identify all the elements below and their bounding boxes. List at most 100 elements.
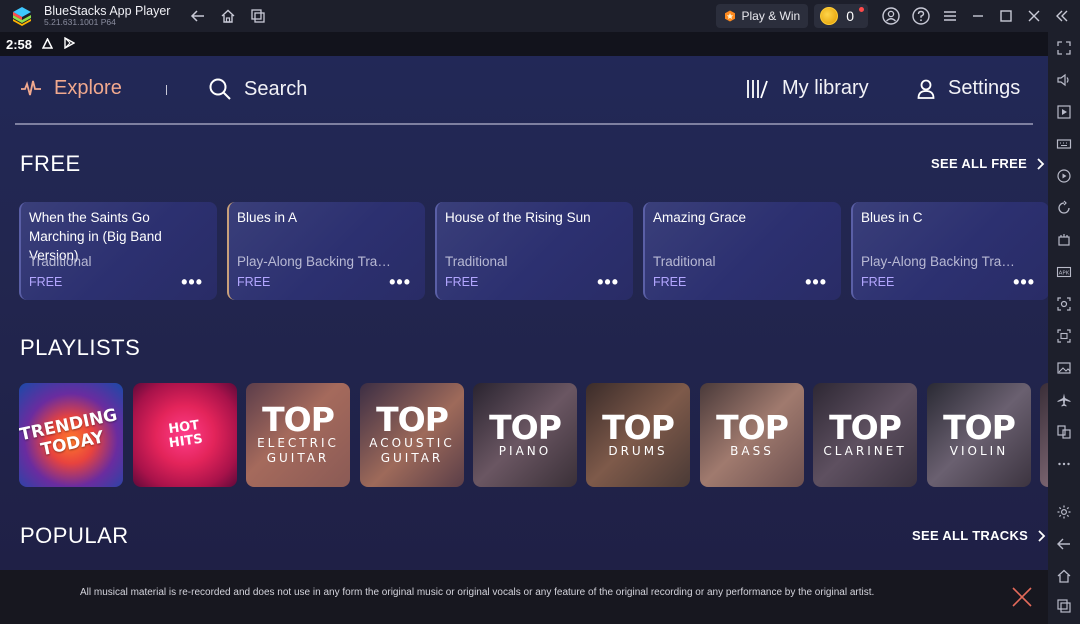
track-artist: Play-Along Backing Tracks: [237, 254, 397, 269]
free-track-card[interactable]: Blues in C Play-Along Backing Tracks FRE…: [851, 202, 1048, 300]
nav-my-library-label: My library: [782, 77, 869, 100]
playlist-label: TRENDINGTODAY: [19, 406, 123, 464]
play-and-win-button[interactable]: Play & Win: [716, 4, 809, 28]
see-all-tracks-button[interactable]: SEE ALL TRACKS: [912, 528, 1046, 543]
settings-gear-icon[interactable]: [1056, 504, 1072, 520]
home-icon[interactable]: [220, 8, 236, 24]
collapse-sidebar-icon[interactable]: [1054, 8, 1070, 24]
coin-icon: [820, 7, 838, 25]
sync-icon[interactable]: [1056, 200, 1072, 216]
macro-icon[interactable]: [1056, 168, 1072, 184]
more-options-button[interactable]: •••: [805, 272, 827, 293]
side-home-icon[interactable]: [1056, 568, 1072, 584]
nav-separator: [166, 85, 167, 95]
nav-my-library[interactable]: My library: [746, 77, 869, 100]
app-title: BlueStacks App Player 5.21.631.1001 P64: [44, 5, 170, 27]
more-options-button[interactable]: •••: [1013, 272, 1035, 293]
track-title: House of the Rising Sun: [445, 208, 625, 227]
playlist-tile-top-drums[interactable]: TOP DRUMS: [586, 383, 690, 487]
more-options-button[interactable]: •••: [597, 272, 619, 293]
apk-install-icon[interactable]: APK: [1056, 264, 1072, 280]
play-win-icon: [724, 10, 736, 22]
right-toolbar: APK: [1048, 32, 1080, 624]
keyboard-icon[interactable]: [1056, 136, 1072, 152]
playlist-tile-partial[interactable]: [1040, 383, 1048, 487]
playlist-sub-label: GUITAR: [381, 451, 444, 466]
playlist-tile-top-clarinet[interactable]: TOP CLARINET: [813, 383, 917, 487]
waveform-icon: [20, 80, 42, 98]
free-track-card[interactable]: Blues in A Play-Along Backing Tracks FRE…: [227, 202, 425, 300]
more-options-icon[interactable]: [1056, 456, 1072, 472]
more-options-button[interactable]: •••: [389, 272, 411, 293]
maximize-icon[interactable]: [998, 8, 1014, 24]
performance-icon[interactable]: [1056, 232, 1072, 248]
playlist-tile-top-acoustic-guitar[interactable]: TOP ACOUSTIC GUITAR: [360, 383, 464, 487]
playlist-tile-top-electric-guitar[interactable]: TOP ELECTRIC GUITAR: [246, 383, 350, 487]
see-all-tracks-label: SEE ALL TRACKS: [912, 528, 1028, 543]
track-title: Blues in A: [237, 208, 417, 227]
playlist-top-label: TOP: [262, 404, 334, 436]
chevron-right-icon: [1036, 530, 1046, 542]
top-navigation: Explore Search My library Settings: [0, 56, 1048, 124]
bluestacks-logo-icon: [10, 4, 34, 28]
playlist-sub-label: GUITAR: [267, 451, 330, 466]
close-banner-icon[interactable]: [1011, 586, 1033, 608]
close-window-icon[interactable]: [1026, 8, 1042, 24]
track-price: FREE: [237, 275, 270, 289]
playlist-tile-trending-today[interactable]: TRENDINGTODAY: [19, 383, 123, 487]
free-track-card[interactable]: Amazing Grace Traditional FREE •••: [643, 202, 841, 300]
notification-a-icon: [42, 37, 53, 52]
playlist-top-label: TOP: [716, 412, 788, 444]
playlist-top-label: TOP: [943, 412, 1015, 444]
free-track-card[interactable]: When the Saints Go Marching in (Big Band…: [19, 202, 217, 300]
account-icon[interactable]: [882, 7, 900, 25]
side-back-icon[interactable]: [1056, 536, 1072, 552]
see-all-free-button[interactable]: SEE ALL FREE: [931, 156, 1045, 171]
playlist-top-label: TOP: [376, 404, 448, 436]
more-options-button[interactable]: •••: [181, 272, 203, 293]
playlist-tile-top-violin[interactable]: TOP VIOLIN: [927, 383, 1031, 487]
track-price: FREE: [653, 275, 686, 289]
track-title: Blues in C: [861, 208, 1041, 227]
user-icon: [916, 78, 936, 100]
help-icon[interactable]: [912, 7, 930, 25]
coins-button[interactable]: 0: [814, 4, 868, 28]
multi-instance-icon[interactable]: [1056, 424, 1072, 440]
minimize-icon[interactable]: [970, 8, 986, 24]
side-recent-apps-icon[interactable]: [1056, 598, 1072, 614]
volume-icon[interactable]: [1056, 72, 1072, 88]
nav-settings-label: Settings: [948, 77, 1020, 100]
menu-icon[interactable]: [942, 8, 958, 24]
playlist-label: HOTHITS: [166, 419, 204, 451]
app-version: 5.21.631.1001 P64: [44, 18, 170, 27]
nav-search[interactable]: Search: [208, 77, 307, 101]
track-title: Amazing Grace: [653, 208, 833, 227]
airplane-icon[interactable]: [1056, 392, 1072, 408]
playlist-tile-hot-hits[interactable]: HOTHITS: [133, 383, 237, 487]
playlist-sub-label: BASS: [730, 444, 774, 459]
nav-search-label: Search: [244, 78, 307, 101]
popular-section-title: POPULAR: [20, 523, 129, 549]
free-track-card[interactable]: House of the Rising Sun Traditional FREE…: [435, 202, 633, 300]
record-icon[interactable]: [1056, 328, 1072, 344]
playlist-tile-top-piano[interactable]: TOP PIANO: [473, 383, 577, 487]
nav-explore-label: Explore: [54, 77, 122, 100]
recent-apps-icon[interactable]: [250, 8, 266, 24]
track-price: FREE: [861, 275, 894, 289]
playlist-sub-label: ACOUSTIC: [369, 436, 454, 451]
media-player-icon[interactable]: [1056, 104, 1072, 120]
playlist-tile-top-bass[interactable]: TOP BASS: [700, 383, 804, 487]
fullscreen-icon[interactable]: [1056, 40, 1072, 56]
disclaimer-banner: All musical material is re-recorded and …: [0, 570, 1048, 624]
see-all-free-label: SEE ALL FREE: [931, 156, 1027, 171]
nav-explore[interactable]: Explore: [20, 77, 122, 100]
gallery-icon[interactable]: [1056, 360, 1072, 376]
screenshot-icon[interactable]: [1056, 296, 1072, 312]
back-arrow-icon[interactable]: [190, 8, 206, 24]
nav-divider: [15, 123, 1033, 125]
track-price: FREE: [445, 275, 478, 289]
title-bar: BlueStacks App Player 5.21.631.1001 P64 …: [0, 0, 1080, 32]
nav-settings[interactable]: Settings: [916, 77, 1020, 100]
notification-dot: [859, 7, 864, 12]
playlist-sub-label: DRUMS: [608, 444, 667, 459]
